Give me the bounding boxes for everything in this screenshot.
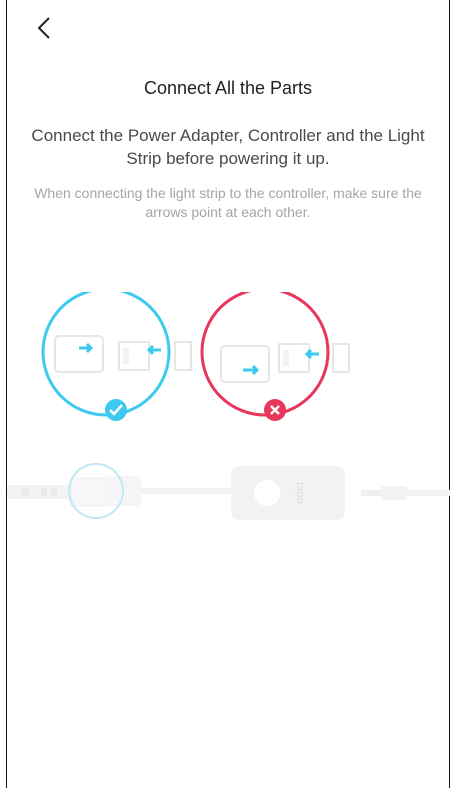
connection-illustration bbox=[41, 292, 350, 421]
chevron-left-icon bbox=[37, 17, 50, 39]
controller-brand-label: tapo bbox=[294, 482, 306, 503]
app-screen: Connect All the Parts Connect the Power … bbox=[6, 0, 451, 788]
page-title: Connect All the Parts bbox=[143, 78, 313, 98]
instructions-text: Connect the Power Adapter, Controller an… bbox=[31, 126, 425, 168]
correct-connection-diagram bbox=[41, 292, 192, 421]
hint-text: When connecting the light strip to the c… bbox=[34, 185, 422, 220]
back-button[interactable] bbox=[29, 12, 59, 44]
setup-illustration: tapo bbox=[7, 463, 451, 520]
incorrect-connection-diagram bbox=[200, 292, 350, 421]
